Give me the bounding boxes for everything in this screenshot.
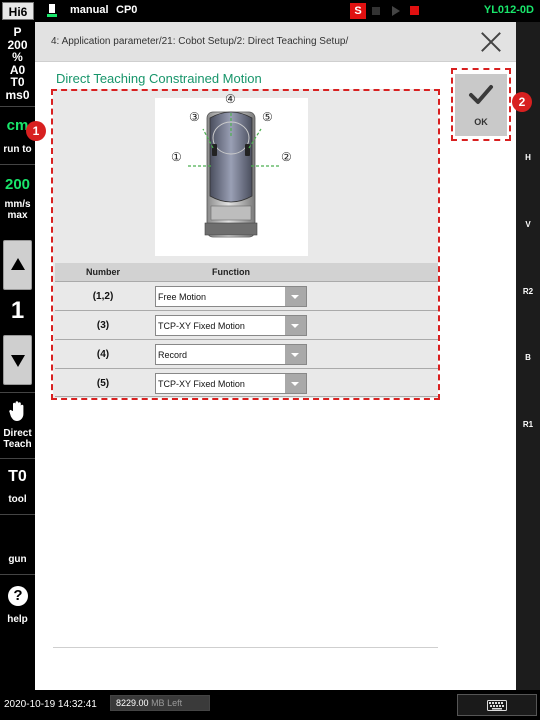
table-row: (3) TCP-XY Fixed Motion bbox=[55, 310, 438, 339]
step-value: 1 bbox=[10, 297, 25, 324]
col-header-function: Function bbox=[212, 267, 250, 277]
keyboard-button[interactable] bbox=[457, 694, 537, 716]
speed-value[interactable]: 200 bbox=[0, 177, 35, 192]
mode-text: manual bbox=[70, 4, 109, 16]
axis-key-r2[interactable]: R2 bbox=[516, 287, 540, 296]
chevron-down-icon[interactable] bbox=[285, 345, 306, 364]
step-up-button[interactable] bbox=[3, 240, 32, 290]
divider bbox=[0, 514, 35, 515]
status-line-t: T0 bbox=[10, 75, 25, 89]
divider bbox=[0, 106, 35, 107]
question-icon: ? bbox=[8, 586, 28, 606]
help-label: help bbox=[7, 614, 28, 625]
datetime: 2020-10-19 14:32:41 bbox=[4, 699, 97, 710]
cp-text: CP0 bbox=[116, 4, 138, 16]
select-value: Free Motion bbox=[158, 292, 207, 302]
direct-teach-label-2: Teach bbox=[3, 439, 32, 450]
ok-label: OK bbox=[474, 117, 488, 127]
memory-text: 8229.00 MB Left bbox=[116, 698, 182, 708]
tool-label: tool bbox=[8, 494, 27, 505]
marker-label-3: ③ bbox=[189, 110, 200, 124]
help-button[interactable]: ? help bbox=[0, 582, 35, 632]
row-number: (1,2) bbox=[92, 291, 114, 302]
axis-key-v[interactable]: V bbox=[516, 220, 540, 229]
header: 4: Application parameter/21: Cobot Setup… bbox=[35, 22, 516, 62]
ok-button[interactable]: OK bbox=[455, 74, 507, 136]
chevron-down-icon[interactable] bbox=[285, 287, 306, 306]
status-line-ms: ms0 bbox=[5, 87, 30, 102]
function-select[interactable]: TCP-XY Fixed Motion bbox=[155, 373, 307, 394]
callout-marker-2: 2 bbox=[512, 92, 532, 112]
main-panel: 4: Application parameter/21: Cobot Setup… bbox=[35, 22, 516, 690]
memory-indicator: 8229.00 MB Left bbox=[110, 695, 210, 711]
content-area: ① ② ③ ④ ⑤ Number Function (1,2) Free Mot… bbox=[53, 89, 438, 398]
close-icon[interactable] bbox=[479, 30, 503, 54]
run-to-label[interactable]: run to bbox=[0, 144, 35, 156]
axis-key-h[interactable]: H bbox=[516, 153, 540, 162]
table-row: (4) Record bbox=[55, 339, 438, 368]
status-line-p: P bbox=[13, 25, 22, 39]
status-bar: Hi6 manual CP0 S YL012-0D bbox=[0, 0, 540, 22]
function-select[interactable]: Free Motion bbox=[155, 286, 307, 307]
divider bbox=[0, 574, 35, 575]
chevron-down-icon[interactable] bbox=[285, 374, 306, 393]
arrow-up-icon bbox=[11, 258, 25, 270]
memory-suffix: MB Left bbox=[151, 698, 183, 708]
select-value: TCP-XY Fixed Motion bbox=[158, 379, 245, 389]
direct-teach-button[interactable]: Direct Teach bbox=[0, 398, 35, 454]
row-number: (5) bbox=[96, 378, 110, 389]
marker-label-1: ① bbox=[171, 150, 182, 164]
robot-wrist-diagram bbox=[155, 98, 308, 256]
function-select[interactable]: TCP-XY Fixed Motion bbox=[155, 315, 307, 336]
chevron-down-icon[interactable] bbox=[285, 316, 306, 335]
divider bbox=[0, 458, 35, 459]
marker-label-2: ② bbox=[281, 150, 292, 164]
step-down-button[interactable] bbox=[3, 335, 32, 385]
function-select[interactable]: Record bbox=[155, 344, 307, 365]
divider bbox=[0, 164, 35, 165]
robot-id: YL012-0D bbox=[483, 4, 534, 16]
page-title: Direct Teaching Constrained Motion bbox=[56, 71, 262, 86]
servo-badge: S bbox=[350, 3, 366, 19]
callout-marker-1: 1 bbox=[26, 121, 46, 141]
check-icon bbox=[469, 85, 493, 104]
status-square-icon bbox=[372, 7, 380, 15]
arrow-down-icon bbox=[11, 355, 25, 367]
tool-value[interactable]: T0 bbox=[0, 468, 35, 486]
speed-max: max bbox=[7, 210, 28, 221]
play-icon bbox=[392, 6, 400, 16]
teach-pendant-icon bbox=[47, 4, 57, 17]
axis-key-b[interactable]: B bbox=[516, 353, 540, 362]
stop-icon bbox=[410, 6, 419, 15]
memory-value: 8229.00 bbox=[116, 698, 149, 708]
axis-key-r1[interactable]: R1 bbox=[516, 420, 540, 429]
status-line-percent: % bbox=[12, 50, 23, 64]
keyboard-icon bbox=[487, 700, 507, 711]
gun-button[interactable]: gun bbox=[0, 554, 35, 566]
row-number: (3) bbox=[96, 320, 110, 331]
breadcrumb: 4: Application parameter/21: Cobot Setup… bbox=[51, 36, 349, 47]
marker-label-4: ④ bbox=[225, 92, 236, 106]
col-header-number: Number bbox=[85, 267, 120, 277]
function-table: Number Function (1,2) Free Motion (3) TC… bbox=[55, 263, 438, 397]
select-value: TCP-XY Fixed Motion bbox=[158, 321, 245, 331]
divider bbox=[53, 647, 438, 648]
brand-badge: Hi6 bbox=[2, 2, 34, 20]
hand-icon bbox=[9, 401, 24, 421]
marker-label-5: ⑤ bbox=[262, 110, 273, 124]
row-number: (4) bbox=[96, 349, 110, 360]
table-row: (1,2) Free Motion bbox=[55, 281, 438, 310]
status-info: P 200 % A0 T0 ms0 bbox=[0, 26, 35, 101]
table-row: (5) TCP-XY Fixed Motion bbox=[55, 368, 438, 397]
table-header: Number Function bbox=[55, 263, 438, 281]
right-sidebar: H V R2 B R1 bbox=[516, 22, 540, 690]
divider bbox=[0, 392, 35, 393]
bottom-bar: 2020-10-19 14:32:41 8229.00 MB Left bbox=[0, 690, 540, 720]
select-value: Record bbox=[158, 350, 188, 360]
